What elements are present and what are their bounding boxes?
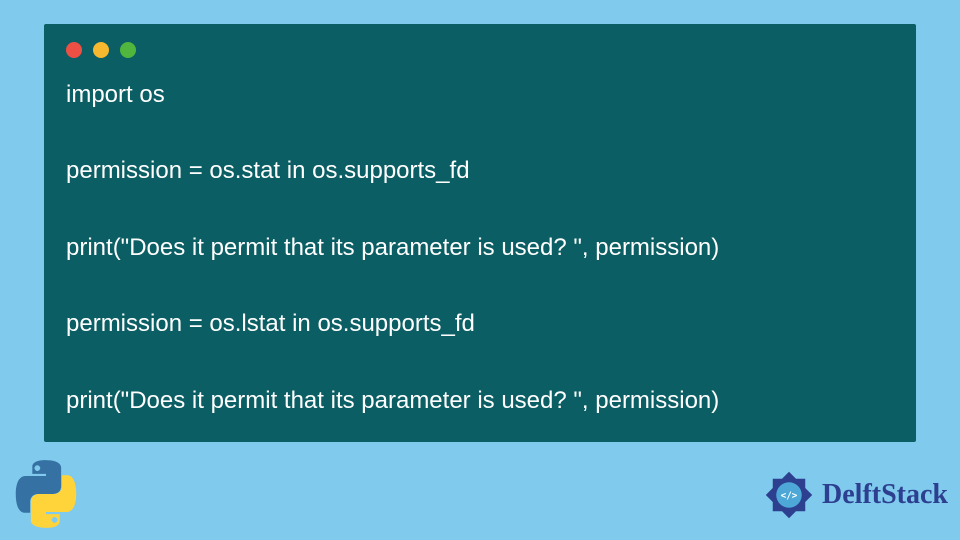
code-line-3: print("Does it permit that its parameter… — [66, 229, 894, 267]
delft-logo-icon: </> — [760, 466, 818, 524]
brand-name: DelftStack — [822, 479, 948, 511]
code-line-1: import os — [66, 76, 894, 114]
window-close-icon — [66, 42, 82, 58]
blank-line — [66, 114, 894, 152]
code-line-5: print("Does it permit that its parameter… — [66, 382, 894, 420]
code-line-2: permission = os.stat in os.supports_fd — [66, 152, 894, 190]
svg-text:</>: </> — [781, 490, 798, 501]
blank-line — [66, 267, 894, 305]
code-content: import os permission = os.stat in os.sup… — [44, 68, 916, 442]
window-maximize-icon — [120, 42, 136, 58]
delft-brand: </> DelftStack — [760, 466, 948, 524]
window-minimize-icon — [93, 42, 109, 58]
window-controls — [44, 24, 916, 68]
code-window: import os permission = os.stat in os.sup… — [44, 24, 916, 442]
blank-line — [66, 191, 894, 229]
code-line-4: permission = os.lstat in os.supports_fd — [66, 305, 894, 343]
python-logo-icon — [10, 458, 82, 530]
blank-line — [66, 344, 894, 382]
